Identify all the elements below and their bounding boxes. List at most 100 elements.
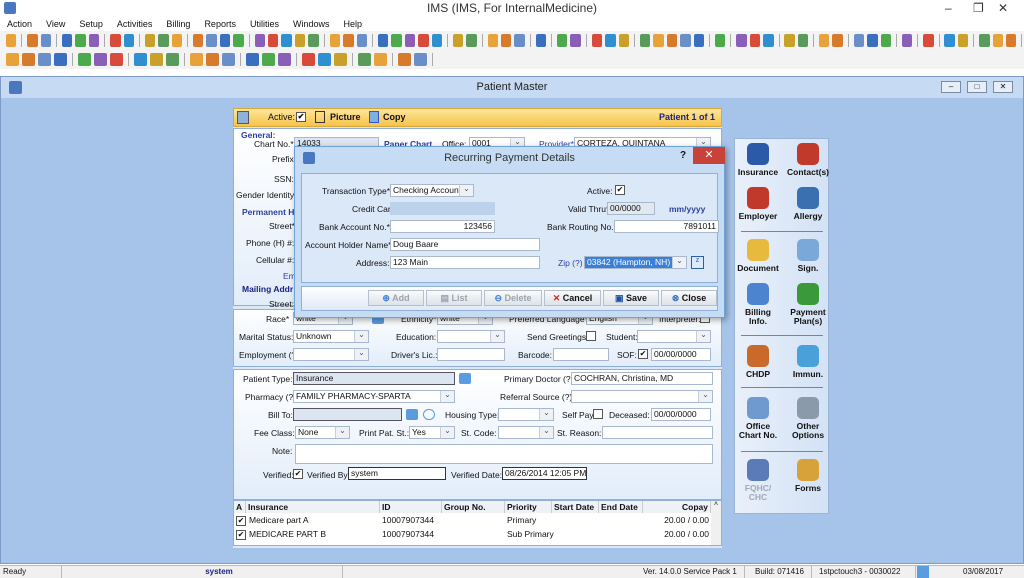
toolbar-button-icon[interactable] <box>693 34 705 47</box>
dialog-active-checkbox[interactable]: ✔ <box>615 185 625 195</box>
side-button-sign[interactable]: Sign. <box>785 239 831 273</box>
save-button[interactable]: ▣ Save <box>603 290 659 306</box>
toolbar-button-icon[interactable] <box>281 34 292 47</box>
side-button-employer[interactable]: Employer <box>735 187 781 221</box>
pharmacy-dropdown[interactable]: FAMILY PHARMACY-SPARTA <box>293 390 455 403</box>
toolbar-button-icon[interactable] <box>749 34 761 47</box>
toolbar-button-icon[interactable] <box>418 34 429 47</box>
toolbar-button-icon[interactable] <box>452 34 464 47</box>
patient-type-edit-icon[interactable] <box>459 373 471 384</box>
close-app-button[interactable]: ✕ <box>998 0 1008 17</box>
primary-doctor-field[interactable]: COCHRAN, Christina, MD <box>571 372 713 385</box>
nav-toolbar-button-icon[interactable] <box>414 53 427 66</box>
barcode-field[interactable] <box>553 348 609 361</box>
nav-toolbar-button-icon[interactable] <box>358 53 371 66</box>
column-header-start-date[interactable]: Start Date <box>552 501 599 513</box>
row-active-checkbox[interactable]: ✔ <box>236 516 246 526</box>
column-header-insurance[interactable]: Insurance <box>246 501 380 513</box>
dialog-help-button[interactable]: ? <box>680 150 686 161</box>
sof-checkbox[interactable]: ✔ <box>638 349 648 359</box>
nav-toolbar-button-icon[interactable] <box>374 53 387 66</box>
restore-button[interactable]: ❐ <box>973 0 984 17</box>
copy-button[interactable]: Copy <box>383 109 406 126</box>
side-button-contact-s[interactable]: Contact(s) <box>785 143 831 177</box>
toolbar-button-icon[interactable] <box>391 34 402 47</box>
toolbar-button-icon[interactable] <box>591 34 603 47</box>
toolbar-button-icon[interactable] <box>487 34 499 47</box>
cancel-button[interactable]: ✕ Cancel <box>544 290 601 306</box>
toolbar-button-icon[interactable] <box>158 34 169 47</box>
nav-toolbar-button-icon[interactable] <box>334 53 347 66</box>
toolbar-button-icon[interactable] <box>653 34 664 47</box>
toolbar-button-icon[interactable] <box>192 34 204 47</box>
add-button[interactable]: ⊕ Add <box>368 290 424 306</box>
dialog-close-button[interactable]: ✕ <box>693 147 725 164</box>
toolbar-button-icon[interactable] <box>819 34 830 47</box>
close-button[interactable]: ⊗ Close <box>661 290 717 306</box>
nav-toolbar-button-icon[interactable] <box>38 53 51 66</box>
minimize-button[interactable]: – <box>945 0 952 17</box>
self-pay-checkbox[interactable] <box>593 409 603 419</box>
toolbar-button-icon[interactable] <box>880 34 892 47</box>
toolbar-button-icon[interactable] <box>233 34 244 47</box>
education-dropdown[interactable] <box>437 330 505 343</box>
column-header-id[interactable]: ID <box>380 501 442 513</box>
toolbar-button-icon[interactable] <box>1005 34 1017 47</box>
side-button-payment-plan-s[interactable]: Payment Plan(s) <box>785 283 831 326</box>
zip-dropdown[interactable]: 03842 (Hampton, NH) <box>584 256 687 269</box>
toolbar-button-icon[interactable] <box>329 34 341 47</box>
credit-card-field[interactable] <box>390 202 495 215</box>
toolbar-button-icon[interactable] <box>206 34 217 47</box>
valid-thru-field[interactable]: 00/0000 <box>607 202 655 215</box>
toolbar-button-icon[interactable] <box>514 34 525 47</box>
deceased-date-field[interactable]: 00/00/0000 <box>651 408 711 421</box>
side-button-office-chart-no[interactable]: Office Chart No. <box>735 397 781 440</box>
nav-toolbar-button-icon[interactable] <box>206 53 219 66</box>
bill-to-contacts-icon[interactable] <box>423 409 435 420</box>
nav-toolbar-button-icon[interactable] <box>150 53 163 66</box>
picture-button[interactable]: Picture <box>330 109 361 126</box>
nav-toolbar-button-icon[interactable] <box>262 53 275 66</box>
column-header-end-date[interactable]: End Date <box>599 501 643 513</box>
nav-toolbar-button-icon[interactable] <box>6 53 19 66</box>
toolbar-button-icon[interactable] <box>294 34 306 47</box>
toolbar-button-icon[interactable] <box>110 34 121 47</box>
menu-windows[interactable]: Windows <box>286 17 337 31</box>
nav-toolbar-button-icon[interactable] <box>190 53 203 66</box>
window-minimize-button[interactable]: – <box>941 81 961 93</box>
nav-toolbar-button-icon[interactable] <box>22 53 35 66</box>
toolbar-button-icon[interactable] <box>61 34 73 47</box>
toolbar-button-icon[interactable] <box>219 34 231 47</box>
employment-dropdown[interactable] <box>293 348 369 361</box>
toolbar-button-icon[interactable] <box>308 34 319 47</box>
menu-action[interactable]: Action <box>0 17 39 31</box>
toolbar-button-icon[interactable] <box>923 34 934 47</box>
send-greetings-checkbox[interactable] <box>586 331 596 341</box>
toolbar-button-icon[interactable] <box>404 34 416 47</box>
toolbar-button-icon[interactable] <box>714 34 726 47</box>
toolbar-button-icon[interactable] <box>957 34 969 47</box>
verified-checkbox[interactable]: ✔ <box>293 469 303 479</box>
transaction-type-dropdown[interactable]: Checking Account <box>390 184 474 197</box>
table-row[interactable]: ✔ Medicare part A 10007907344 Primary 20… <box>234 514 711 528</box>
bank-routing-field[interactable]: 7891011 <box>614 220 719 233</box>
verified-by-field[interactable]: system <box>348 467 446 480</box>
nav-toolbar-button-icon[interactable] <box>110 53 123 66</box>
toolbar-button-icon[interactable] <box>27 34 38 47</box>
side-button-allergy[interactable]: Allergy <box>785 187 831 221</box>
toolbar-button-icon[interactable] <box>736 34 747 47</box>
toolbar-button-icon[interactable] <box>556 34 568 47</box>
toolbar-button-icon[interactable] <box>75 34 86 47</box>
toolbar-button-icon[interactable] <box>832 34 843 47</box>
toolbar-button-icon[interactable] <box>797 34 809 47</box>
side-button-other-options[interactable]: Other Options <box>785 397 831 440</box>
nav-toolbar-button-icon[interactable] <box>78 53 91 66</box>
account-holder-field[interactable]: Doug Baare <box>390 238 540 251</box>
toolbar-button-icon[interactable] <box>605 34 616 47</box>
toolbar-button-icon[interactable] <box>268 34 279 47</box>
sof-date-field[interactable]: 00/00/0000 <box>651 348 711 361</box>
toolbar-button-icon[interactable] <box>431 34 443 47</box>
toolbar-button-icon[interactable] <box>356 34 367 47</box>
verified-date-field[interactable]: 08/26/2014 12:05 PM <box>502 467 587 480</box>
toolbar-button-icon[interactable] <box>901 34 913 47</box>
